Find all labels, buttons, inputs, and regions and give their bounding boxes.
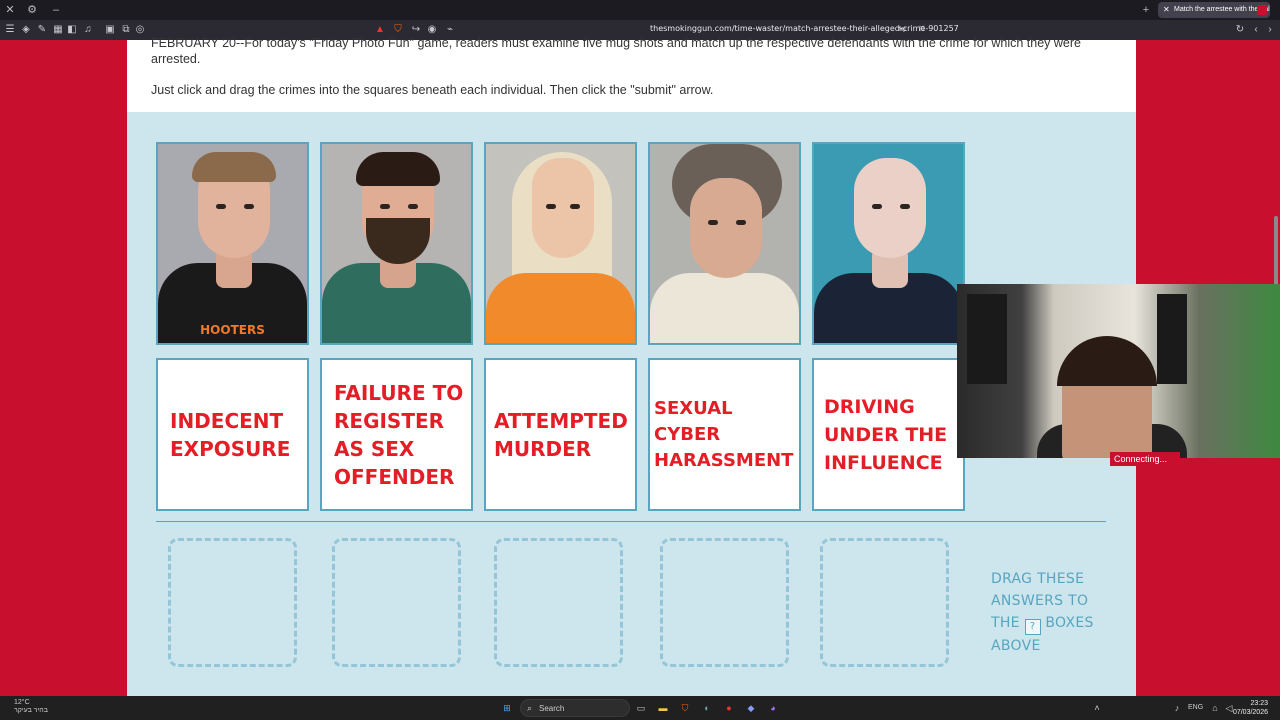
webcam-overlay <box>957 284 1280 458</box>
language-indicator[interactable]: ENG <box>1188 701 1203 715</box>
hint-word: BOXES <box>1045 615 1094 631</box>
weather-temp: 12°C <box>14 699 30 706</box>
discord-icon[interactable]: ◕ <box>766 701 780 715</box>
forward-icon[interactable]: › <box>1264 24 1276 36</box>
streamer-hair <box>1057 336 1157 386</box>
taskbar-search[interactable]: ⌕ Search <box>520 699 630 717</box>
mugshot-3 <box>484 142 637 345</box>
music-icon[interactable]: ♫ <box>82 24 94 36</box>
mugshot-5 <box>812 142 965 345</box>
drop-zone-3[interactable] <box>494 538 623 667</box>
network-icon[interactable]: ⌂ <box>1208 701 1222 715</box>
shield-icon[interactable]: ◈ <box>20 24 32 36</box>
task-view-icon[interactable]: ▭ <box>634 701 648 715</box>
brave-browser-icon[interactable]: ⛉ <box>678 701 692 715</box>
tray-chevron-icon[interactable]: ˄ <box>1090 701 1104 715</box>
hint-line: DRAG THESE <box>991 571 1085 587</box>
tab-title: Match the arrestee with their al <box>1174 6 1270 13</box>
obs-icon[interactable]: ● <box>722 701 736 715</box>
drag-hint: DRAG THESE ANSWERS TO THE ? BOXES ABOVE <box>991 568 1101 657</box>
pin-icon[interactable]: ✎ <box>36 24 48 36</box>
extensions-icon[interactable]: ⧉ <box>120 24 132 36</box>
connection-status: Connecting... <box>1110 452 1180 466</box>
crime-card-1[interactable]: INDECENT EXPOSURE <box>156 358 309 511</box>
clock-date: 07/03/2026 <box>1232 709 1268 716</box>
active-tab[interactable]: ✕ Match the arrestee with their al <box>1158 2 1270 18</box>
new-tab-icon[interactable]: + <box>1140 4 1152 16</box>
hint-word: THE <box>991 615 1020 631</box>
divider <box>156 521 1106 522</box>
windows-start-icon[interactable]: ⊞ <box>500 701 514 715</box>
hint-line: ANSWERS TO <box>991 593 1089 609</box>
screenshot-icon[interactable]: ▣ <box>104 24 116 36</box>
intro-text: FEBRUARY 20--For today's "Friday Photo F… <box>151 36 1081 66</box>
file-explorer-icon[interactable]: ▬ <box>656 701 670 715</box>
crime-card-2[interactable]: FAILURE TO REGISTER AS SEX OFFENDER <box>320 358 473 511</box>
drop-zone-2[interactable] <box>332 538 461 667</box>
tab-favicon-icon <box>1257 5 1267 15</box>
crime-card-5[interactable]: DRIVING UNDER THE INFLUENCE <box>812 358 965 511</box>
app-icon[interactable]: ◆ <box>744 701 758 715</box>
crime-label: ATTEMPTED MURDER <box>494 408 628 461</box>
article-intro: FEBRUARY 20--For today's "Friday Photo F… <box>127 36 1136 112</box>
weather-label: בהיר בעיקר <box>14 707 48 714</box>
browser-titlebar: ✕ ⚙ – + ✕ Match the arrestee with their … <box>0 0 1280 20</box>
clock[interactable]: 23:23 07/03/2026 <box>1233 699 1268 717</box>
address-bar[interactable]: thesmokinggun.com/time-waster/match-arre… <box>650 24 959 33</box>
reload-icon[interactable]: ↻ <box>1234 24 1246 36</box>
drop-zone-1[interactable] <box>168 538 297 667</box>
acoustic-panel <box>1157 294 1187 384</box>
shirt-logo: HOOTERS <box>200 323 265 337</box>
microphone-icon[interactable]: ♪ <box>1170 701 1184 715</box>
acoustic-panel <box>967 294 1007 384</box>
crime-card-4[interactable]: SEXUAL CYBER HARASSMENT <box>648 358 801 511</box>
question-box-icon: ? <box>1024 619 1041 635</box>
mugshot-2 <box>320 142 473 345</box>
clock-time: 23:23 <box>1250 700 1268 707</box>
back-icon[interactable]: ‹ <box>1250 24 1262 36</box>
search-icon: ⌕ <box>527 703 533 713</box>
crime-label: INDECENT EXPOSURE <box>170 408 291 461</box>
hint-line: THE ? BOXES <box>991 612 1101 635</box>
tab-close-icon[interactable]: ✕ <box>1163 5 1170 14</box>
hint-line: ABOVE <box>991 638 1041 654</box>
grid-icon[interactable]: ▦ <box>52 24 64 36</box>
close-icon[interactable]: ✕ <box>4 4 16 16</box>
crime-label: SEXUAL CYBER HARASSMENT <box>654 397 794 471</box>
mugshot-4 <box>648 142 801 345</box>
drop-zone-4[interactable] <box>660 538 789 667</box>
sidebar-icon[interactable]: ◧ <box>66 24 78 36</box>
mugshot-1: HOOTERS <box>156 142 309 345</box>
instruction-text: Just click and drag the crimes into the … <box>151 83 714 97</box>
minimize-icon[interactable]: – <box>50 4 62 16</box>
weather-widget[interactable]: 12°C בהיר בעיקר <box>14 699 48 715</box>
steam-icon[interactable]: ◐ <box>700 701 714 715</box>
menu-icon[interactable]: ☰ <box>4 24 16 36</box>
crime-label: DRIVING UNDER THE INFLUENCE <box>824 395 948 474</box>
crime-card-3[interactable]: ATTEMPTED MURDER <box>484 358 637 511</box>
search-placeholder: Search <box>539 704 565 713</box>
taskbar: 12°C בהיר בעיקר ⊞ ⌕ Search ▭ ▬ ⛉ ◐ ● ◆ ◕… <box>0 696 1280 720</box>
drop-zone-5[interactable] <box>820 538 949 667</box>
wallet-icon[interactable]: ◎ <box>134 24 146 36</box>
crime-label: FAILURE TO REGISTER AS SEX OFFENDER <box>334 380 464 489</box>
settings-icon[interactable]: ⚙ <box>26 4 38 16</box>
